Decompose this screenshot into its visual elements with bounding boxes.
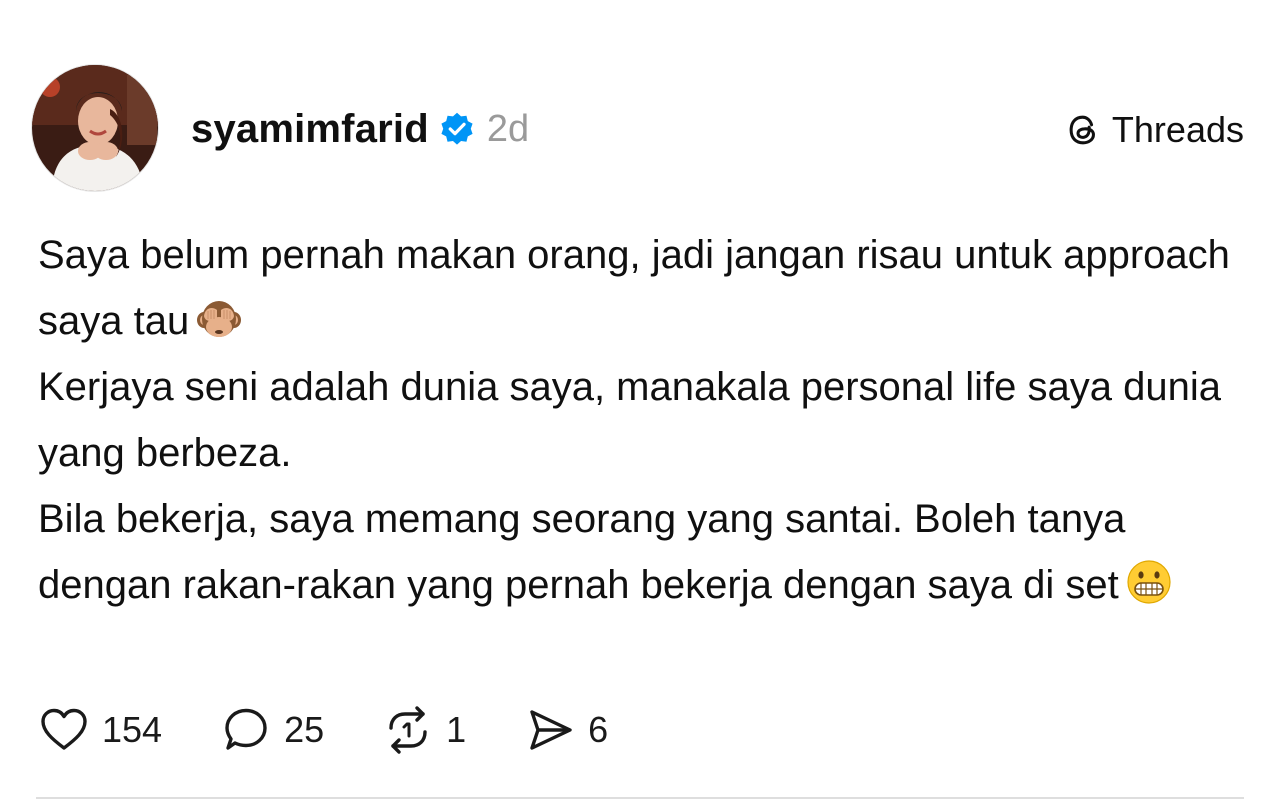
post-paragraph-text: Bila bekerja, saya memang seorang yang s… [38, 497, 1137, 607]
post-paragraph: Kerjaya seni adalah dunia saya, manakala… [38, 354, 1248, 486]
post-timestamp: 2d [486, 107, 530, 150]
like-count: 154 [102, 709, 163, 750]
repost-count: 1 [446, 709, 467, 750]
post-actions: 154 25 1 6 [38, 700, 666, 760]
divider [36, 797, 1244, 799]
threads-brand[interactable]: Threads [1064, 106, 1244, 154]
reply-button[interactable]: 25 [220, 704, 324, 756]
grimacing-face-icon [1125, 558, 1173, 606]
heart-icon [38, 704, 90, 756]
post-paragraph: Saya belum pernah makan orang, jadi jang… [38, 222, 1248, 354]
repost-button[interactable]: 1 [382, 704, 466, 756]
post-paragraph: Bila bekerja, saya memang seorang yang s… [38, 486, 1248, 618]
share-button[interactable]: 6 [524, 704, 608, 756]
username[interactable]: syamimfarid [191, 107, 429, 152]
see-no-evil-monkey-icon [195, 294, 243, 342]
post-paragraph-text: Kerjaya seni adalah dunia saya, manakala… [38, 365, 1233, 475]
threads-post: syamimfarid 2d Threads Saya belum pernah… [0, 0, 1280, 803]
post-header: syamimfarid 2d [191, 104, 529, 154]
speech-bubble-icon [220, 704, 272, 756]
send-icon [524, 704, 576, 756]
post-body: Saya belum pernah makan orang, jadi jang… [38, 222, 1248, 618]
avatar[interactable] [31, 64, 159, 192]
like-button[interactable]: 154 [38, 704, 162, 756]
share-count: 6 [588, 709, 609, 750]
verified-badge-icon [439, 111, 475, 147]
repost-icon [382, 704, 434, 756]
brand-name: Threads [1111, 109, 1244, 150]
reply-count: 25 [284, 709, 325, 750]
threads-logo-icon [1064, 111, 1102, 149]
